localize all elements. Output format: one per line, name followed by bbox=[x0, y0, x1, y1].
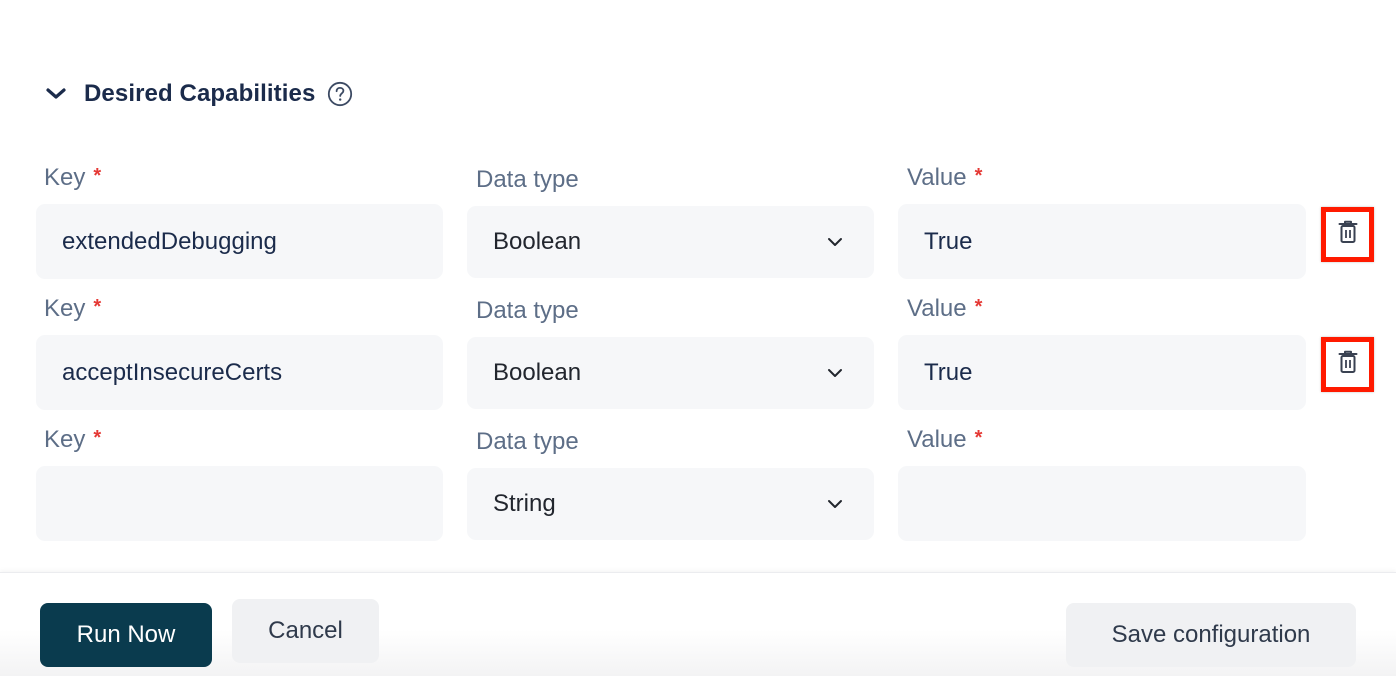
save-configuration-button[interactable]: Save configuration bbox=[1066, 603, 1356, 667]
section-title: Desired Capabilities bbox=[84, 80, 316, 107]
help-circle-icon[interactable] bbox=[327, 81, 353, 107]
data-type-select[interactable]: String bbox=[467, 468, 874, 540]
chevron-down-icon bbox=[826, 364, 844, 382]
desired-capabilities-panel: Desired Capabilities Key * extendedDebugg… bbox=[0, 0, 1396, 676]
value-input[interactable]: True bbox=[898, 204, 1306, 279]
capability-row: Key * acceptInsecureCerts Data type Boole… bbox=[0, 291, 1396, 422]
data-type-select[interactable]: Boolean bbox=[467, 206, 874, 278]
data-type-select[interactable]: Boolean bbox=[467, 337, 874, 409]
footer-actions: Run Now Cancel Save configuration bbox=[0, 572, 1396, 676]
value-input[interactable] bbox=[898, 466, 1306, 541]
delete-capability-button[interactable] bbox=[1321, 207, 1374, 262]
key-input[interactable]: acceptInsecureCerts bbox=[36, 335, 443, 410]
data-type-label: Data type bbox=[476, 297, 579, 324]
value-input[interactable]: True bbox=[898, 335, 1306, 410]
run-now-button[interactable]: Run Now bbox=[40, 603, 212, 667]
value-label: Value * bbox=[907, 295, 983, 322]
trash-icon bbox=[1338, 350, 1358, 379]
key-label: Key * bbox=[44, 164, 102, 191]
key-label: Key * bbox=[44, 426, 102, 453]
data-type-label: Data type bbox=[476, 428, 579, 455]
key-label: Key * bbox=[44, 295, 102, 322]
trash-icon bbox=[1338, 220, 1358, 249]
capability-row: Key * Data type String Value * bbox=[0, 422, 1396, 553]
value-label: Value * bbox=[907, 164, 983, 191]
section-header: Desired Capabilities bbox=[44, 78, 353, 110]
key-input[interactable] bbox=[36, 466, 443, 541]
chevron-down-icon bbox=[826, 495, 844, 513]
data-type-label: Data type bbox=[476, 166, 579, 193]
chevron-down-icon[interactable] bbox=[44, 82, 68, 106]
value-label: Value * bbox=[907, 426, 983, 453]
cancel-button[interactable]: Cancel bbox=[232, 599, 379, 663]
capability-row: Key * extendedDebugging Data type Boolean… bbox=[0, 160, 1396, 291]
delete-capability-button[interactable] bbox=[1321, 337, 1374, 392]
chevron-down-icon bbox=[826, 233, 844, 251]
key-input[interactable]: extendedDebugging bbox=[36, 204, 443, 279]
